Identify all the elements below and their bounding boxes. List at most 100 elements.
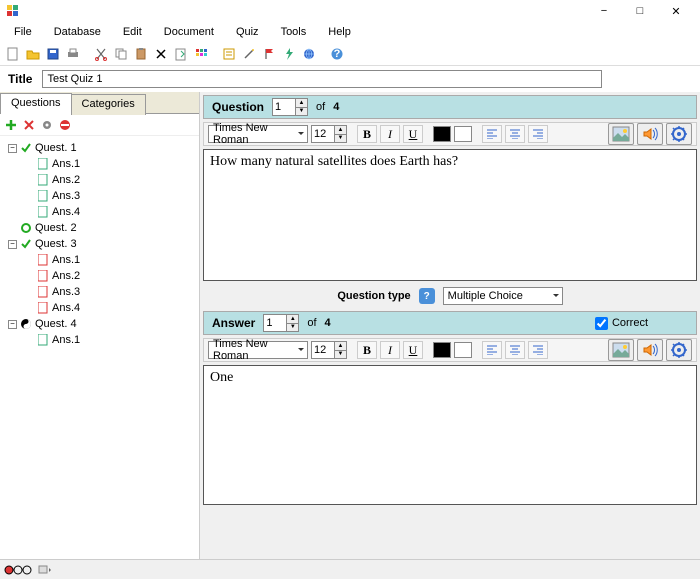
circle-icon [19,222,33,234]
menu-file[interactable]: File [4,24,42,40]
tree-ans[interactable]: Ans.2 [52,270,80,282]
help-small-icon[interactable]: ? [419,288,435,304]
minimize-button[interactable]: − [586,0,622,22]
answer-number-spinner[interactable]: ▲▼ [263,314,299,332]
settings-button[interactable] [666,123,692,145]
sound-button[interactable] [637,123,663,145]
page-icon [36,334,50,346]
tree-ans[interactable]: Ans.1 [52,158,80,170]
underline-button[interactable]: U [403,341,423,359]
font-family-combo[interactable]: Times New Roman [208,341,308,359]
add-icon[interactable] [4,118,18,132]
tree-ans[interactable]: Ans.4 [52,302,80,314]
tree-ans[interactable]: Ans.3 [52,286,80,298]
answer-number-input[interactable] [266,317,284,329]
cut-icon[interactable] [92,45,110,63]
correct-checkbox[interactable] [595,317,608,330]
question-editor[interactable]: How many natural satellites does Earth h… [203,149,697,281]
question-type-combo[interactable]: Multiple Choice [443,287,563,305]
tree-quest-2[interactable]: Quest. 2 [35,222,77,234]
tab-categories[interactable]: Categories [71,94,146,115]
align-right-button[interactable] [528,341,548,359]
tree-quest-1[interactable]: Quest. 1 [35,142,77,154]
question-number-spinner[interactable]: ▲▼ [272,98,308,116]
close-button[interactable]: ✕ [658,0,694,22]
menu-document[interactable]: Document [154,24,224,40]
answer-format-bar: Times New Roman ▲▼ B I U [203,338,697,362]
question-format-bar: Times New Roman ▲▼ B I U [203,122,697,146]
font-size-spinner[interactable]: ▲▼ [311,341,347,359]
image-button[interactable] [608,123,634,145]
spin-down-icon[interactable]: ▼ [295,108,307,116]
paste-icon[interactable] [132,45,150,63]
align-center-button[interactable] [505,125,525,143]
bold-button[interactable]: B [357,341,377,359]
menu-quiz[interactable]: Quiz [226,24,269,40]
image-button[interactable] [608,339,634,361]
text-color-button[interactable] [433,342,451,358]
open-icon[interactable] [24,45,42,63]
print-icon[interactable] [64,45,82,63]
bg-color-button[interactable] [454,126,472,142]
form-icon[interactable] [220,45,238,63]
question-header: Question ▲▼ of 4 [203,95,697,119]
font-family-combo[interactable]: Times New Roman [208,125,308,143]
menu-database[interactable]: Database [44,24,111,40]
question-tree[interactable]: −Quest. 1 Ans.1 Ans.2 Ans.3 Ans.4 Quest.… [0,136,199,559]
tree-quest-3[interactable]: Quest. 3 [35,238,77,250]
menu-help[interactable]: Help [318,24,361,40]
align-left-button[interactable] [482,125,502,143]
menu-edit[interactable]: Edit [113,24,152,40]
wand-icon[interactable] [240,45,258,63]
tree-tabs: Questions Categories [0,92,199,114]
help-icon[interactable]: ? [328,45,346,63]
tree-ans[interactable]: Ans.1 [52,334,80,346]
font-size-input[interactable] [314,128,332,140]
tree-ans[interactable]: Ans.4 [52,206,80,218]
align-center-button[interactable] [505,341,525,359]
question-number-input[interactable] [275,101,293,113]
spin-up-icon[interactable]: ▲ [295,99,307,108]
svg-text:?: ? [334,48,341,60]
globe-icon[interactable] [300,45,318,63]
yinyang-icon [19,318,33,330]
question-total: 4 [333,101,339,113]
answer-header: Answer ▲▼ of 4 Correct [203,311,697,335]
italic-button[interactable]: I [380,125,400,143]
tree-ans[interactable]: Ans.1 [52,254,80,266]
page-icon [36,270,50,282]
tab-questions[interactable]: Questions [0,93,72,114]
bold-button[interactable]: B [357,125,377,143]
copy-icon[interactable] [112,45,130,63]
underline-button[interactable]: U [403,125,423,143]
settings-button[interactable] [666,339,692,361]
gear-icon[interactable] [40,118,54,132]
left-pane: Questions Categories −Quest. 1 Ans.1 Ans… [0,92,200,559]
bg-color-button[interactable] [454,342,472,358]
export-icon[interactable] [172,45,190,63]
menu-tools[interactable]: Tools [271,24,317,40]
title-input[interactable] [42,70,602,88]
status-drop-icon[interactable] [38,564,52,576]
color-grid-icon[interactable] [192,45,210,63]
font-size-spinner[interactable]: ▲▼ [311,125,347,143]
maximize-button[interactable]: □ [622,0,658,22]
font-size-input[interactable] [314,344,332,356]
remove-icon[interactable] [22,118,36,132]
bolt-icon[interactable] [280,45,298,63]
italic-button[interactable]: I [380,341,400,359]
tree-ans[interactable]: Ans.3 [52,190,80,202]
sound-button[interactable] [637,339,663,361]
delete-icon[interactable] [152,45,170,63]
flag-icon[interactable] [260,45,278,63]
correct-label: Correct [612,317,648,329]
align-right-button[interactable] [528,125,548,143]
forbid-icon[interactable] [58,118,72,132]
tree-ans[interactable]: Ans.2 [52,174,80,186]
answer-editor[interactable]: One [203,365,697,505]
text-color-button[interactable] [433,126,451,142]
new-icon[interactable] [4,45,22,63]
save-icon[interactable] [44,45,62,63]
tree-quest-4[interactable]: Quest. 4 [35,318,77,330]
align-left-button[interactable] [482,341,502,359]
